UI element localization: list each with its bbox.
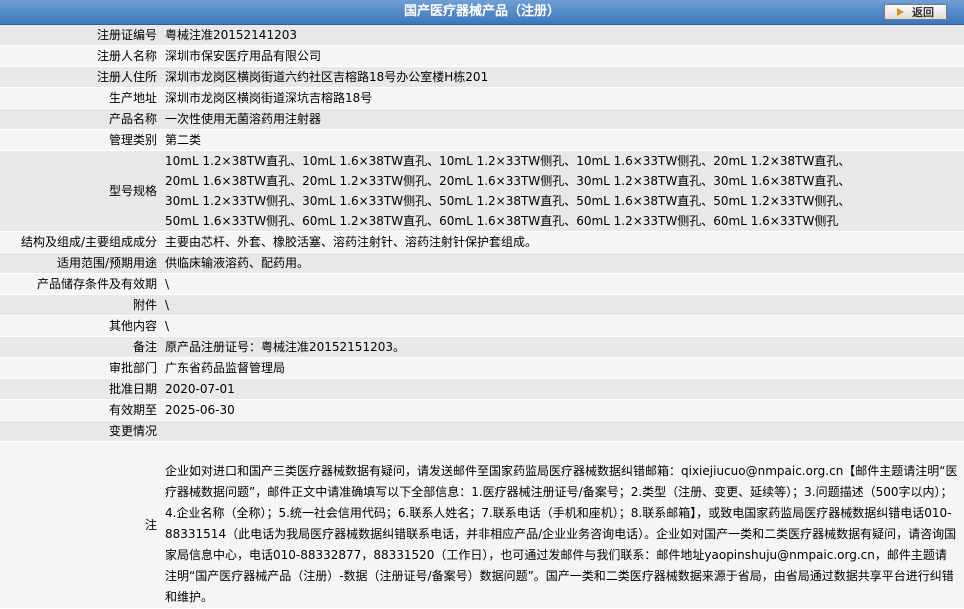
title-bar: 国产医疗器械产品（注册） 返回 [0, 0, 964, 25]
detail-table: 注册证编号 粤械注准20152141203 注册人名称 深圳市保安医疗用品有限公… [0, 25, 964, 609]
field-label: 批准日期 [0, 378, 161, 400]
field-label: 产品名称 [0, 108, 161, 130]
back-button-label: 返回 [912, 6, 934, 19]
field-value: 深圳市龙岗区横岗街道六约社区吉榕路18号办公室楼H栋201 [161, 66, 964, 88]
model-line: 30mL 1.2×33TW侧孔、30mL 1.6×33TW侧孔、50mL 1.2… [165, 194, 851, 208]
row-remarks: 备注 原产品注册证号：粤械注准20152151203。 [0, 336, 964, 358]
field-label: 管理类别 [0, 129, 161, 151]
row-scope: 适用范围/预期用途 供临床输液溶药、配药用。 [0, 252, 964, 274]
row-approval-date: 批准日期 2020-07-01 [0, 378, 964, 400]
row-other: 其他内容 \ [0, 315, 964, 337]
field-value [161, 420, 964, 442]
field-value: 供临床输液溶药、配药用。 [161, 252, 964, 274]
row-category: 管理类别 第二类 [0, 129, 964, 151]
row-models: 型号规格 10mL 1.2×38TW直孔、10mL 1.6×38TW直孔、10m… [0, 150, 964, 232]
field-value: 10mL 1.2×38TW直孔、10mL 1.6×38TW直孔、10mL 1.2… [161, 150, 964, 232]
field-value: 2025-06-30 [161, 399, 964, 421]
field-label: 其他内容 [0, 315, 161, 337]
row-product-name: 产品名称 一次性使用无菌溶药用注射器 [0, 108, 964, 130]
field-label: 附件 [0, 294, 161, 316]
row-registrant: 注册人名称 深圳市保安医疗用品有限公司 [0, 45, 964, 67]
field-label: 生产地址 [0, 87, 161, 109]
field-value: 深圳市保安医疗用品有限公司 [161, 45, 964, 67]
field-label: 注册人名称 [0, 45, 161, 67]
field-label: 注 [0, 441, 161, 609]
field-value: 原产品注册证号：粤械注准20152151203。 [161, 336, 964, 358]
row-storage: 产品储存条件及有效期 \ [0, 273, 964, 295]
field-value: 第二类 [161, 129, 964, 151]
row-approval-dept: 审批部门 广东省药品监督管理局 [0, 357, 964, 379]
row-changes: 变更情况 [0, 420, 964, 442]
field-label: 注册证编号 [0, 25, 161, 46]
field-label: 备注 [0, 336, 161, 358]
model-line: 10mL 1.2×38TW直孔、10mL 1.6×38TW直孔、10mL 1.2… [165, 154, 851, 168]
note-text: 企业如对进口和国产三类医疗器械数据有疑问，请发送邮件至国家药监局医疗器械数据纠错… [161, 441, 964, 609]
field-label: 结构及组成/主要组成成分 [0, 231, 161, 253]
field-value: 主要由芯杆、外套、橡胶活塞、溶药注射针、溶药注射针保护套组成。 [161, 231, 964, 253]
row-note: 注 企业如对进口和国产三类医疗器械数据有疑问，请发送邮件至国家药监局医疗器械数据… [0, 441, 964, 609]
field-label: 注册人住所 [0, 66, 161, 88]
field-value: \ [161, 315, 964, 337]
row-valid-until: 有效期至 2025-06-30 [0, 399, 964, 421]
field-value: 2020-07-01 [161, 378, 964, 400]
row-registrant-addr: 注册人住所 深圳市龙岗区横岗街道六约社区吉榕路18号办公室楼H栋201 [0, 66, 964, 88]
row-reg-no: 注册证编号 粤械注准20152141203 [0, 25, 964, 46]
field-label: 变更情况 [0, 420, 161, 442]
page-title: 国产医疗器械产品（注册） [403, 4, 560, 19]
field-label: 型号规格 [0, 150, 161, 232]
field-label: 有效期至 [0, 399, 161, 421]
model-line: 20mL 1.6×38TW直孔、20mL 1.2×33TW侧孔、20mL 1.6… [165, 174, 851, 188]
field-value: 一次性使用无菌溶药用注射器 [161, 108, 964, 130]
row-production-addr: 生产地址 深圳市龙岗区横岗街道深坑吉榕路18号 [0, 87, 964, 109]
field-label: 产品储存条件及有效期 [0, 273, 161, 295]
row-composition: 结构及组成/主要组成成分 主要由芯杆、外套、橡胶活塞、溶药注射针、溶药注射针保护… [0, 231, 964, 253]
field-value: \ [161, 273, 964, 295]
field-label: 适用范围/预期用途 [0, 252, 161, 274]
row-attachment: 附件 \ [0, 294, 964, 316]
back-button[interactable]: 返回 [884, 4, 947, 20]
field-value: 粤械注准20152141203 [161, 25, 964, 46]
field-value: 深圳市龙岗区横岗街道深坑吉榕路18号 [161, 87, 964, 109]
model-line: 50mL 1.6×33TW侧孔、60mL 1.2×38TW直孔、60mL 1.6… [165, 214, 839, 228]
arrow-right-icon [897, 8, 904, 16]
field-label: 审批部门 [0, 357, 161, 379]
field-value: 广东省药品监督管理局 [161, 357, 964, 379]
field-value: \ [161, 294, 964, 316]
